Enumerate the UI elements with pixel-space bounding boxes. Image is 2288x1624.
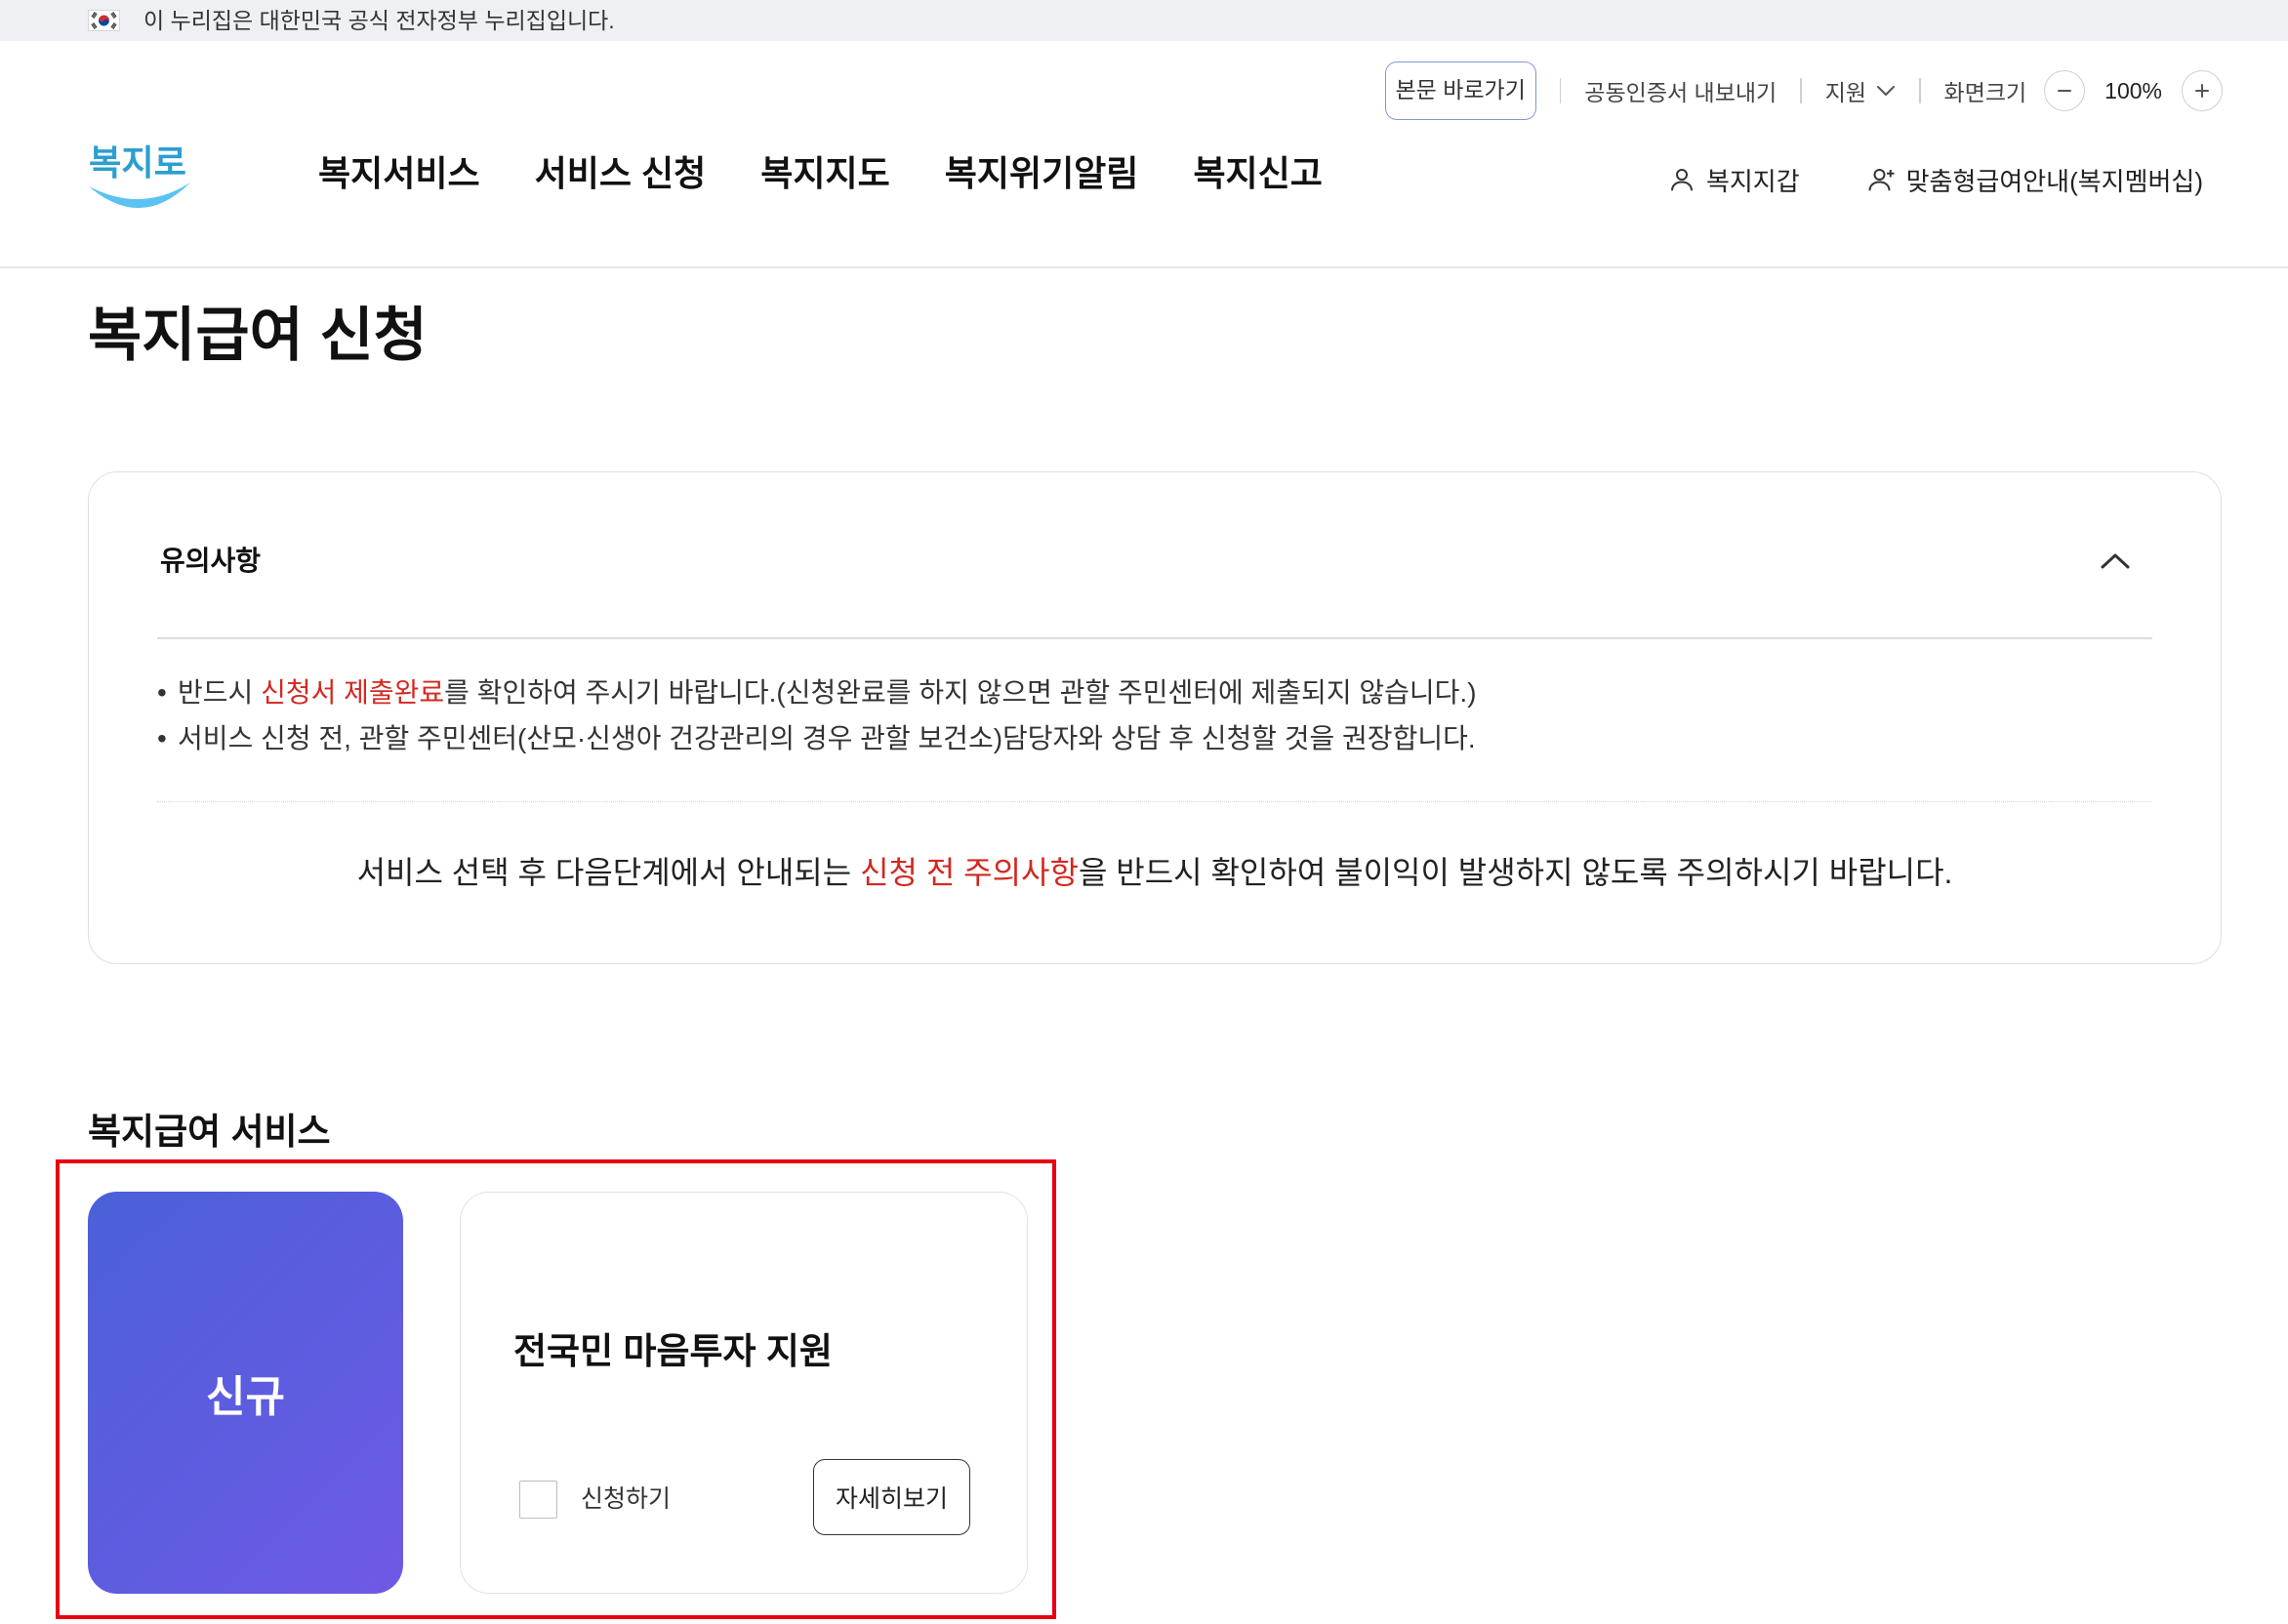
utility-divider	[1800, 78, 1802, 103]
notice-panel: 유의사항 반드시 신청서 제출완료를 확인하여 주시기 바랍니다.(신청완료를 …	[88, 471, 2222, 964]
site-logo[interactable]: 복지로	[85, 124, 194, 220]
minus-icon	[2058, 90, 2072, 92]
apply-checkbox[interactable]	[519, 1480, 557, 1519]
apply-checkbox-label: 신청하기	[581, 1485, 672, 1513]
notice-item: 서비스 신청 전, 관할 주민센터(산모·신생아 건강관리의 경우 관할 보건소…	[157, 719, 2152, 765]
notice-footer-text: 서비스 선택 후 다음단계에서 안내되는	[356, 855, 861, 890]
utility-bar: 본문 바로가기 공동인증서 내보내기 지원 화면크기 100%	[1384, 61, 2223, 120]
notice-footer: 서비스 선택 후 다음단계에서 안내되는 신청 전 주의사항을 반드시 확인하여…	[128, 850, 2182, 895]
notice-text: 를 확인하여 주시기 바랍니다.(신청완료를 하지 않으면 관할 주민센터에 제…	[444, 677, 1477, 708]
page-title: 복지급여 신청	[88, 303, 428, 368]
details-button[interactable]: 자세히보기	[813, 1459, 970, 1535]
new-badge-label: 신규	[206, 1373, 285, 1421]
main-nav: 복지서비스 서비스 신청 복지지도 복지위기알림 복지신고	[318, 148, 1323, 199]
welfare-wallet-label: 복지지갑	[1705, 166, 1800, 196]
utility-divider	[1919, 78, 1921, 103]
welfare-wallet-link[interactable]: 복지지갑	[1667, 162, 1800, 198]
notice-text: 반드시	[178, 677, 262, 708]
notice-list: 반드시 신청서 제출완료를 확인하여 주시기 바랍니다.(신청완료를 하지 않으…	[157, 673, 2152, 765]
gov-banner: 이 누리집은 대한민국 공식 전자정부 누리집입니다.	[0, 0, 2288, 41]
zoom-in-button[interactable]	[2182, 70, 2223, 111]
support-menu[interactable]: 지원	[1825, 74, 1896, 107]
chevron-up-icon	[2101, 553, 2130, 569]
zoom-value: 100%	[2104, 77, 2162, 103]
service-card: 전국민 마음투자 지원 신청하기 자세히보기	[460, 1192, 1028, 1594]
nav-item-welfare-services[interactable]: 복지서비스	[318, 148, 480, 199]
notice-dashed-divider	[157, 801, 2152, 802]
chevron-down-icon	[1877, 86, 1896, 96]
new-badge-card: 신규	[88, 1192, 403, 1594]
membership-label: 맞춤형급여안내(복지멤버십)	[1905, 166, 2203, 196]
logo-text: 복지로	[89, 142, 186, 183]
notice-highlight: 신청서 제출완료	[261, 677, 445, 708]
notice-toggle-button[interactable]	[2098, 544, 2133, 579]
user-nav: 복지지갑 맞춤형급여안내(복지멤버십)	[1667, 156, 2203, 203]
nav-item-crisis-alert[interactable]: 복지위기알림	[945, 148, 1139, 199]
header-divider	[0, 266, 2288, 268]
service-title: 전국민 마음투자 지원	[513, 1331, 833, 1371]
skip-to-content-link[interactable]: 본문 바로가기	[1384, 61, 1536, 120]
logo-smile	[89, 183, 190, 209]
certificate-export-link[interactable]: 공동인증서 내보내기	[1584, 74, 1777, 107]
nav-item-welfare-map[interactable]: 복지지도	[760, 148, 889, 199]
support-label: 지원	[1824, 80, 1867, 105]
korea-flag-icon	[88, 10, 120, 31]
nav-item-welfare-report[interactable]: 복지신고	[1193, 148, 1322, 199]
notice-divider	[157, 637, 2152, 639]
apply-checkbox-control[interactable]: 신청하기	[519, 1458, 671, 1540]
notice-footer-text: 을 반드시 확인하여 불이익이 발생하지 않도록 주의하시기 바랍니다.	[1078, 855, 1953, 890]
user-icon	[1670, 169, 1693, 191]
nav-item-service-apply[interactable]: 서비스 신청	[535, 148, 707, 199]
plus-icon	[2195, 84, 2209, 98]
services-heading: 복지급여 서비스	[88, 1112, 331, 1152]
zoom-label: 화면크기	[1943, 80, 2027, 105]
user-plus-icon	[1868, 169, 1895, 191]
notice-text: 서비스 신청 전, 관할 주민센터(산모·신생아 건강관리의 경우 관할 보건소…	[178, 723, 1476, 753]
notice-title: 유의사항	[160, 546, 262, 576]
utility-divider	[1559, 78, 1562, 103]
membership-link[interactable]: 맞춤형급여안내(복지멤버십)	[1867, 162, 2203, 198]
notice-footer-highlight: 신청 전 주의사항	[860, 855, 1079, 890]
notice-item: 반드시 신청서 제출완료를 확인하여 주시기 바랍니다.(신청완료를 하지 않으…	[157, 673, 2152, 719]
gov-banner-text[interactable]: 이 누리집은 대한민국 공식 전자정부 누리집입니다.	[143, 0, 615, 41]
zoom-out-button[interactable]	[2044, 70, 2086, 111]
